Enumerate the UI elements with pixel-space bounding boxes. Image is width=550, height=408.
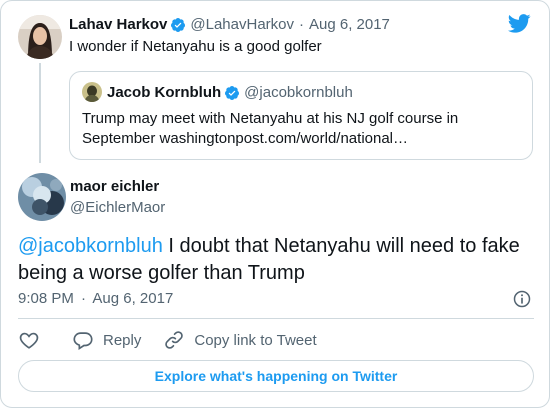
separator-dot: ·: [299, 16, 304, 33]
thread-connector-line: [39, 63, 41, 163]
divider: [18, 318, 534, 319]
author-handle[interactable]: @jacobkornbluh: [244, 84, 353, 101]
author-name[interactable]: maor eichler: [70, 178, 159, 195]
tweet-timestamp[interactable]: 9:08 PM · Aug 6, 2017: [18, 290, 173, 307]
tweet-text: I wonder if Netanyahu is a good golfer: [69, 38, 322, 55]
tweet-date[interactable]: Aug 6, 2017: [92, 290, 173, 307]
info-icon[interactable]: [512, 289, 532, 309]
heart-icon: [19, 332, 39, 349]
action-bar: Reply Copy link to Tweet: [18, 328, 317, 352]
author-name[interactable]: Lahav Harkov: [69, 16, 167, 33]
mention-link[interactable]: @jacobkornbluh: [18, 235, 163, 257]
link-icon: [165, 331, 184, 349]
quoted-tweet[interactable]: Jacob Kornbluh @jacobkornbluh Trump may …: [69, 71, 533, 160]
quoted-tweet-text: Trump may meet with Netanyahu at his NJ …: [82, 110, 459, 147]
explore-twitter-button[interactable]: Explore what's happening on Twitter: [18, 360, 534, 392]
like-button[interactable]: [18, 329, 40, 351]
separator-dot: ·: [81, 290, 87, 307]
copy-link-button[interactable]: Copy link to Tweet: [163, 329, 317, 351]
avatar[interactable]: [18, 15, 62, 59]
tweet-time[interactable]: 9:08 PM: [18, 290, 74, 307]
author-handle[interactable]: @EichlerMaor: [70, 199, 165, 216]
verified-badge-icon: [225, 85, 240, 100]
reply-bubble-icon: [73, 332, 93, 350]
tweet-body: @jacobkornbluh I doubt that Netanyahu wi…: [18, 233, 538, 287]
avatar[interactable]: [18, 173, 66, 221]
reply-button[interactable]: Reply: [72, 329, 141, 351]
tweet-date[interactable]: Aug 6, 2017: [309, 16, 390, 33]
avatar[interactable]: [82, 82, 102, 102]
author-handle[interactable]: @LahavHarkov: [190, 16, 294, 33]
reply-label[interactable]: Reply: [103, 332, 141, 349]
tweet-embed-card: Lahav Harkov @LahavHarkov · Aug 6, 2017 …: [0, 0, 550, 408]
verified-badge-icon: [171, 17, 186, 32]
author-name[interactable]: Jacob Kornbluh: [107, 84, 221, 101]
copy-link-label[interactable]: Copy link to Tweet: [194, 332, 316, 349]
